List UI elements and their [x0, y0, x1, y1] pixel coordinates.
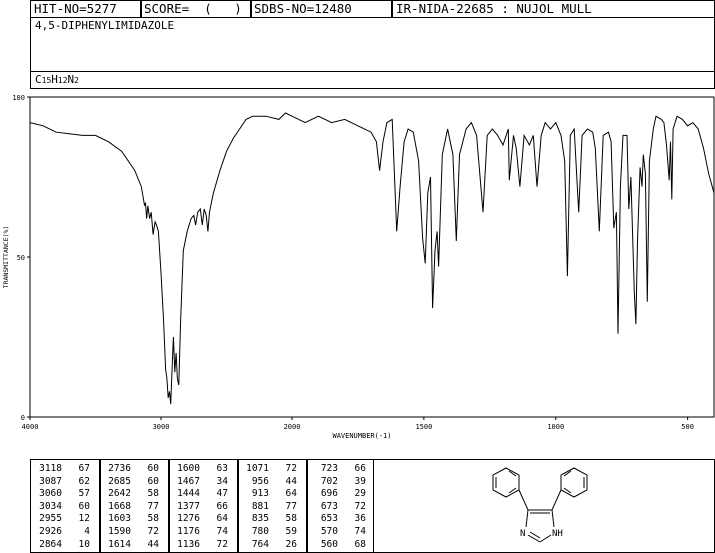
spectrum-line: [29, 112, 715, 405]
peak-wavenumber: 881: [251, 500, 269, 512]
peak-transmittance: 60: [147, 463, 159, 474]
left-phenyl-ring: [492, 467, 520, 498]
peak-wavenumber: 2736: [108, 463, 131, 474]
peak-wavenumber: 560: [320, 538, 338, 550]
peak-transmittance: 64: [285, 488, 297, 500]
nitrogen-label: N: [520, 529, 525, 539]
peak-wavenumber: 2864: [39, 538, 62, 550]
peak-transmittance: 67: [78, 463, 90, 474]
peak-wavenumber: 1176: [177, 526, 200, 537]
peak-transmittance: 58: [147, 488, 159, 500]
peak-wavenumber: 1444: [177, 488, 200, 500]
peak-wavenumber: 723: [320, 463, 338, 474]
peak-transmittance: 34: [216, 475, 228, 487]
peak-transmittance: 60: [147, 475, 159, 487]
peak-wavenumber: 913: [251, 488, 269, 500]
peak-wavenumber: 835: [251, 513, 269, 525]
y-tick-label: 50: [17, 254, 25, 262]
x-tick-label: 1500: [415, 423, 432, 431]
peak-transmittance: 10: [78, 538, 90, 550]
peak-wavenumber: 764: [251, 538, 269, 550]
peak-transmittance: 36: [354, 513, 366, 525]
peak-transmittance: 77: [285, 500, 297, 512]
peak-transmittance: 60: [78, 500, 90, 512]
peak-wavenumber: 653: [320, 513, 338, 525]
x-axis-label: WAVENUMBER(-1): [332, 432, 391, 440]
peak-transmittance: 72: [285, 463, 297, 474]
ir-spectrum-chart: 0 50 100 4000 3000 2000 1500 1000 500 WAVENUMBE…: [2, 94, 715, 440]
peak-wavenumber: 1467: [177, 475, 200, 487]
peak-transmittance: 29: [354, 488, 366, 500]
peak-transmittance: 77: [147, 500, 159, 512]
peak-wavenumber: 1603: [108, 513, 131, 525]
x-tick-label: 1000: [547, 423, 564, 431]
peak-transmittance: 68: [354, 538, 366, 550]
peak-wavenumber: 3034: [39, 500, 62, 512]
molecule-structure: N NH: [492, 467, 588, 543]
peak-wavenumber: 1668: [108, 500, 131, 512]
peak-wavenumber: 673: [320, 500, 338, 512]
peak-transmittance: 72: [147, 526, 159, 537]
peak-transmittance: 44: [147, 538, 159, 550]
peak-transmittance: 72: [354, 500, 366, 512]
peak-wavenumber: 696: [320, 488, 338, 500]
peak-wavenumber: 3118: [39, 463, 62, 474]
y-axis-label: TRANSMITTANCE(%): [2, 226, 10, 289]
peak-transmittance: 26: [285, 538, 297, 550]
x-tick-label: 3000: [153, 423, 170, 431]
peak-wavenumber: 2685: [108, 475, 131, 487]
x-tick-label: 4000: [22, 423, 39, 431]
peak-wavenumber: 3060: [39, 488, 62, 500]
peak-transmittance: 62: [78, 475, 90, 487]
peak-wavenumber: 1071: [246, 463, 269, 474]
peak-transmittance: 74: [216, 526, 228, 537]
y-tick-label: 0: [21, 414, 25, 422]
peak-transmittance: 72: [216, 538, 228, 550]
x-tick-label: 500: [681, 423, 694, 431]
peak-transmittance: 63: [216, 463, 228, 474]
peak-wavenumber: 1600: [177, 463, 200, 474]
peak-wavenumber: 1590: [108, 526, 131, 537]
peak-wavenumber: 570: [320, 526, 338, 537]
peak-transmittance: 58: [285, 513, 297, 525]
peak-transmittance: 39: [354, 475, 366, 487]
peak-wavenumber: 3087: [39, 475, 62, 487]
peak-wavenumber: 1136: [177, 538, 200, 550]
peak-transmittance: 66: [216, 500, 228, 512]
peak-transmittance: 4: [84, 526, 90, 537]
peak-wavenumber: 956: [251, 475, 269, 487]
x-tick-label: 2000: [284, 423, 301, 431]
peak-transmittance: 12: [78, 513, 90, 525]
peak-wavenumber: 702: [320, 475, 338, 487]
peak-wavenumber: 1276: [177, 513, 200, 525]
peak-wavenumber: 2926: [39, 526, 62, 537]
peak-transmittance: 64: [216, 513, 228, 525]
peak-transmittance: 59: [285, 526, 297, 537]
peak-transmittance: 47: [216, 488, 228, 500]
peak-transmittance: 74: [354, 526, 366, 537]
peak-transmittance: 44: [285, 475, 297, 487]
peak-wavenumber: 780: [251, 526, 269, 537]
peak-wavenumber: 2642: [108, 488, 131, 500]
right-phenyl-ring: [560, 467, 588, 498]
peak-wavenumber: 1614: [108, 538, 131, 550]
y-tick-label: 100: [12, 94, 25, 102]
peak-transmittance: 57: [78, 488, 90, 500]
peak-wavenumber: 1377: [177, 500, 200, 512]
peak-transmittance: 66: [354, 463, 366, 474]
peak-transmittance: 58: [147, 513, 159, 525]
nh-label: NH: [552, 529, 563, 539]
peak-wavenumber: 2955: [39, 513, 62, 525]
